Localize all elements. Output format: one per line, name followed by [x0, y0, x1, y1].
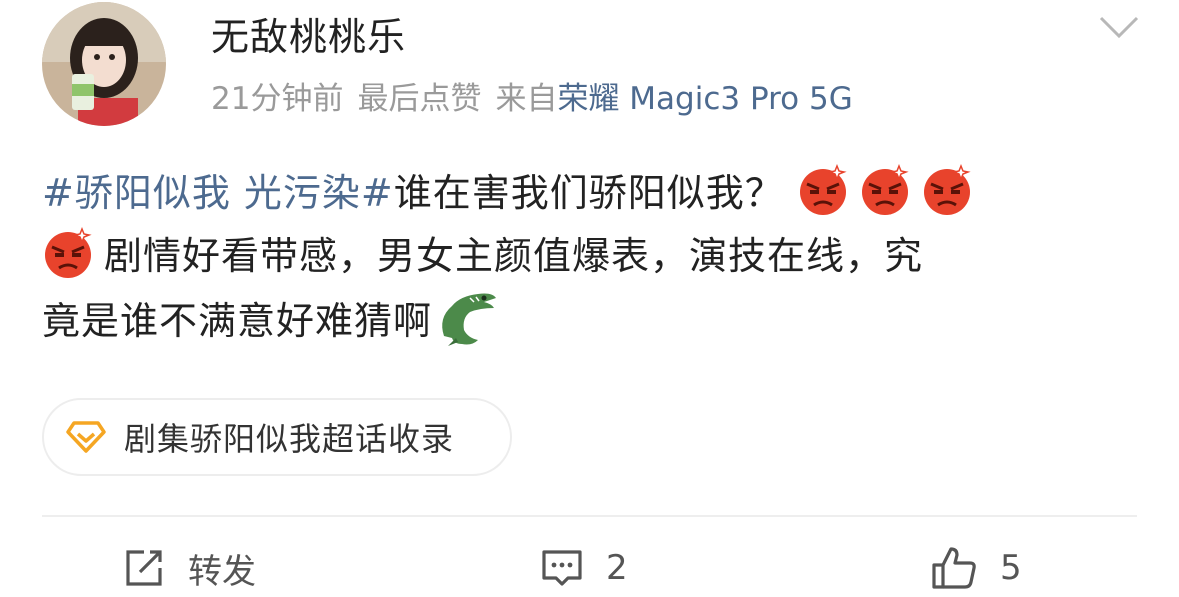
like-button[interactable]: 5: [930, 540, 1022, 596]
repost-label: 转发: [188, 551, 256, 592]
content-text-line3: 竟是谁不满意好难猜啊: [42, 299, 433, 343]
angry-emoji: [859, 164, 911, 216]
post-time: 21分钟前: [211, 81, 344, 117]
comment-icon: [540, 546, 584, 590]
angry-emoji: [42, 227, 94, 279]
supertopic-chip[interactable]: 剧集骄阳似我超话收录: [42, 398, 512, 476]
crocodile-emoji: [434, 288, 500, 348]
content-text-line1: 谁在害我们骄阳似我？: [393, 171, 784, 215]
username[interactable]: 无敌桃桃乐: [211, 14, 406, 60]
source-device[interactable]: 荣耀 Magic3 Pro 5G: [557, 81, 852, 117]
comment-count: 2: [606, 548, 628, 588]
divider: [42, 515, 1137, 517]
diamond-icon: [66, 420, 106, 454]
repost-button[interactable]: 转发: [122, 540, 256, 596]
thumbs-up-icon: [930, 545, 978, 591]
supertopic-label: 剧集骄阳似我超话收录: [124, 420, 455, 458]
last-action: 最后点赞: [357, 81, 482, 117]
post-content: #骄阳似我 光污染#谁在害我们骄阳似我？ 剧情好看带感，男女主颜值爆表，演技在线…: [42, 162, 1142, 353]
topic-link[interactable]: #骄阳似我 光污染#: [42, 171, 394, 215]
repost-icon: [122, 546, 166, 590]
like-count: 5: [1000, 548, 1022, 588]
avatar[interactable]: [42, 2, 166, 126]
weibo-post-card: 无敌桃桃乐 21分钟前 最后点赞 来自荣耀 Magic3 Pro 5G #骄阳似我 …: [0, 0, 1179, 597]
angry-emoji: [797, 164, 849, 216]
angry-emoji: [921, 164, 973, 216]
chevron-down-icon[interactable]: [1098, 14, 1140, 42]
source-prefix: 来自: [495, 81, 558, 117]
comment-button[interactable]: 2: [540, 540, 628, 596]
content-text-line2: 剧情好看带感，男女主颜值爆表，演技在线，究: [104, 234, 924, 278]
post-meta: 21分钟前 最后点赞 来自荣耀 Magic3 Pro 5G: [211, 78, 853, 120]
